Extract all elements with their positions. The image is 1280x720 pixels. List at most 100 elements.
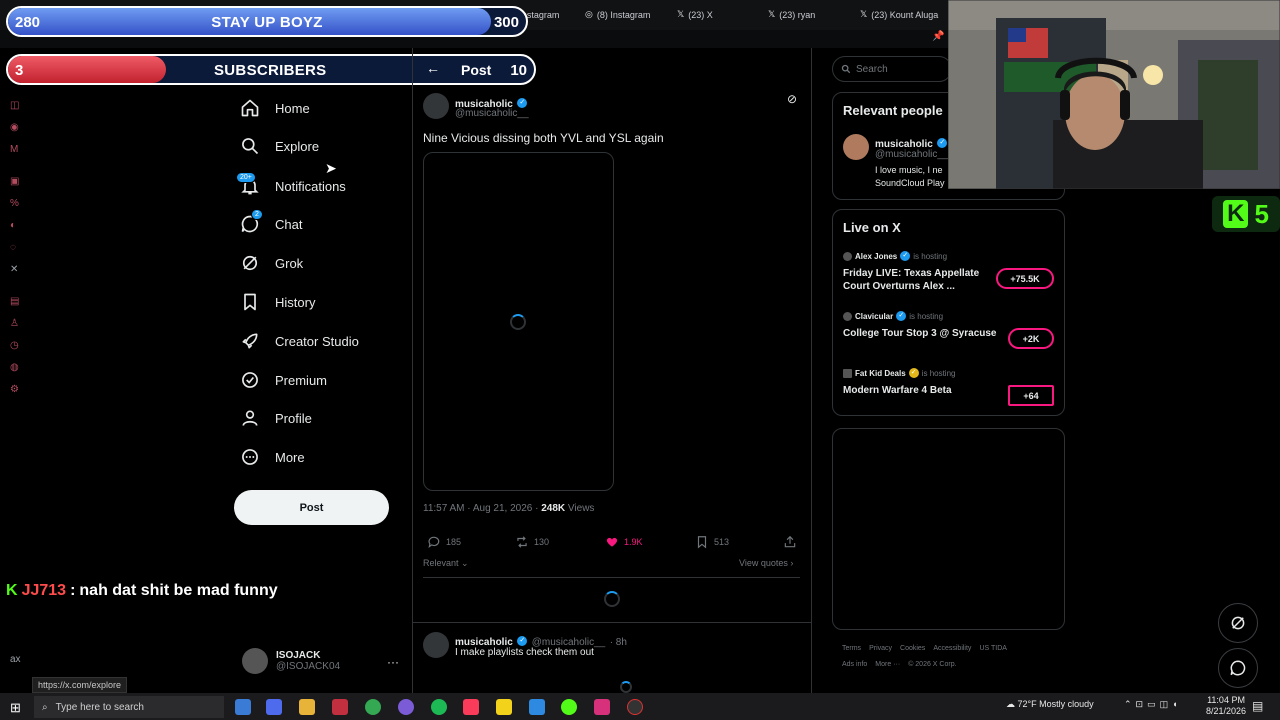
settings-icon[interactable]: ⚙	[10, 384, 19, 395]
live-listeners-badge[interactable]: +64	[1008, 385, 1054, 406]
post-button[interactable]: Post	[234, 490, 389, 525]
app-icon[interactable]: ◐	[10, 220, 16, 231]
footer-link[interactable]: Privacy	[869, 645, 892, 652]
account-name: ISOJACK	[276, 650, 321, 661]
app-icon[interactable]	[332, 699, 348, 715]
copilot-icon[interactable]	[235, 699, 251, 715]
relevant-bio: I love music, I ne	[875, 165, 943, 175]
browser-tab[interactable]: 𝕏 (23) X	[677, 9, 713, 20]
footer-link[interactable]: Ads info	[842, 661, 867, 668]
repost-button[interactable]: 130	[515, 535, 549, 549]
share-button[interactable]	[783, 535, 797, 549]
taskbar-search[interactable]: ⌕ Type here to search	[34, 696, 224, 718]
pin-icon[interactable]: 📌	[932, 31, 944, 42]
app-icon[interactable]	[561, 699, 577, 715]
nav-premium[interactable]: Premium	[240, 367, 327, 393]
back-arrow-icon[interactable]: ←	[426, 60, 440, 76]
chat-text: nah dat shit be mad funny	[79, 582, 278, 599]
nav-explore[interactable]: Explore	[240, 133, 319, 159]
browser-tab[interactable]: 𝕏 (23) Kount Aluga	[860, 9, 938, 20]
account-handle: @ISOJACK04	[276, 661, 341, 672]
weather-widget[interactable]: ☁ 72°F Mostly cloudy	[1006, 699, 1094, 710]
bookmark-button[interactable]: 513	[695, 535, 729, 549]
chat-badge: 2	[251, 209, 263, 220]
nav-home[interactable]: Home	[240, 95, 310, 121]
spotify-icon[interactable]	[431, 699, 447, 715]
chat-icon	[1230, 660, 1246, 676]
goal-title: STAY UP BOYZ	[211, 14, 323, 31]
app-icon[interactable]	[496, 699, 512, 715]
chrome-icon[interactable]	[365, 699, 381, 715]
app-icon[interactable]: ax	[10, 654, 21, 665]
nav-more[interactable]: More	[240, 444, 305, 470]
x-icon[interactable]: ✕	[10, 264, 18, 275]
live-item[interactable]: Alex Jones ✓ is hosting Friday LIVE: Texas…	[843, 251, 993, 293]
loading-panel	[832, 428, 1065, 630]
bookmark-count: 513	[714, 537, 730, 547]
grok-fab[interactable]	[1218, 603, 1258, 643]
live-listeners-badge[interactable]: +75.5K	[996, 268, 1054, 289]
nav-grok[interactable]: Grok	[240, 250, 303, 276]
browser-tab[interactable]: 𝕏 (23) ryan	[768, 9, 815, 20]
search-input[interactable]: Search	[832, 56, 952, 82]
footer-link[interactable]: Accessibility	[933, 645, 971, 652]
music-icon[interactable]	[463, 699, 479, 715]
windows-start-icon[interactable]: ⊞	[10, 700, 21, 716]
nav-chat[interactable]: Chat 2	[240, 209, 302, 237]
view-quotes-link[interactable]: View quotes ›	[739, 558, 793, 568]
app-icon[interactable]: ▣	[10, 176, 19, 187]
app-icon[interactable]: M	[10, 144, 18, 155]
nav-history[interactable]: History	[240, 289, 315, 315]
reply-text: I make playlists check them out	[455, 647, 594, 658]
like-button[interactable]: 1.9K	[605, 535, 643, 549]
footer-link[interactable]: Cookies	[900, 645, 925, 652]
app-icon[interactable]: ◫	[10, 100, 19, 111]
clock-icon[interactable]: ◷	[10, 340, 19, 351]
column-divider	[811, 48, 812, 693]
sort-replies-dropdown[interactable]: Relevant ⌄	[423, 558, 469, 569]
folder-icon[interactable]	[299, 699, 315, 715]
messages-fab[interactable]	[1218, 648, 1258, 688]
live-item[interactable]: Clavicular ✓ is hosting College Tour Stop …	[843, 311, 1003, 340]
app-icon[interactable]: %	[10, 198, 19, 209]
app-icon[interactable]: ◍	[10, 362, 19, 373]
app-icon[interactable]: ◌	[10, 242, 16, 253]
account-switcher[interactable]: ISOJACK @ISOJACK04	[242, 648, 340, 674]
app-icon[interactable]: ♙	[10, 318, 19, 329]
author-handle[interactable]: @musicaholic__	[455, 108, 529, 119]
browser-tab[interactable]: ◎(8) Instagram	[585, 9, 650, 20]
app-icon[interactable]: ◉	[10, 122, 19, 133]
more-icon	[242, 449, 258, 465]
footer-link[interactable]: Terms	[842, 645, 861, 652]
person-icon	[242, 410, 258, 426]
verified-badge-icon: ✓	[517, 97, 528, 108]
live-listeners-badge[interactable]: +2K	[1008, 328, 1054, 349]
store-icon[interactable]	[266, 699, 282, 715]
nav-profile[interactable]: Profile	[240, 405, 312, 431]
instagram-icon[interactable]	[594, 699, 610, 715]
system-tray-icons[interactable]: ⌃⊡▭◫◖	[1124, 699, 1182, 710]
discord-icon[interactable]	[398, 699, 414, 715]
app-icon[interactable]	[529, 699, 545, 715]
account-more-icon[interactable]: ···	[387, 655, 399, 669]
verified-badge-icon: ✓	[900, 251, 911, 261]
avatar[interactable]	[423, 632, 449, 658]
reply-button[interactable]: 185	[427, 535, 461, 549]
avatar[interactable]	[423, 93, 449, 119]
share-icon	[784, 535, 796, 548]
app-icon[interactable]: ▤	[10, 296, 19, 307]
goal-target: 300	[493, 14, 519, 31]
obs-icon[interactable]	[627, 699, 643, 715]
chat-separator: :	[70, 582, 76, 599]
clock[interactable]: 11:04 PM 8/21/2026	[1206, 695, 1246, 717]
reply-age: · 8h	[609, 637, 627, 648]
avatar[interactable]	[843, 134, 869, 160]
footer-link[interactable]: US TIDA	[979, 645, 1007, 652]
grok-icon[interactable]: ⊘	[787, 92, 797, 106]
notification-center-icon[interactable]: ▤	[1252, 699, 1263, 713]
kick-viewer-count: K 5	[1212, 196, 1280, 232]
like-count: 1.9K	[624, 537, 643, 547]
footer-link[interactable]: More ···	[875, 661, 900, 668]
nav-creator-studio[interactable]: Creator Studio	[240, 328, 359, 354]
live-item[interactable]: Fat Kid Deals ✓ is hosting Modern Warfare …	[843, 368, 1003, 397]
